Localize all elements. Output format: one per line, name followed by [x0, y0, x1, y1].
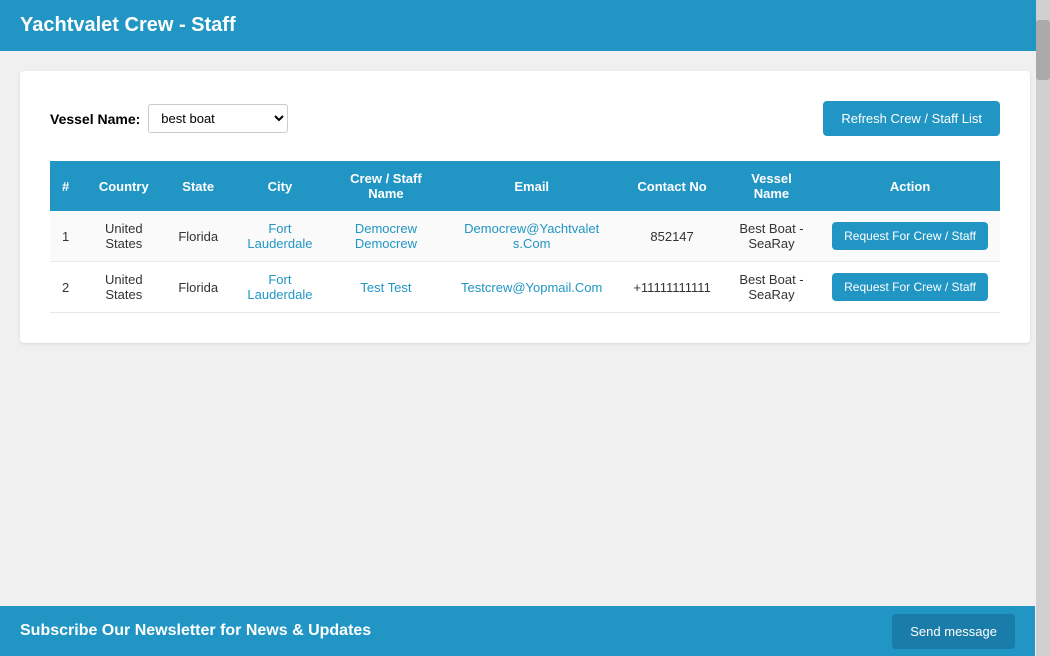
table-cell: Fort Lauderdale [230, 211, 330, 262]
send-message-button[interactable]: Send message [892, 614, 1015, 649]
col-state: State [166, 161, 230, 211]
table-cell: Florida [166, 211, 230, 262]
table-cell: Best Boat - SeaRay [723, 211, 820, 262]
vessel-select[interactable]: best boat [148, 104, 288, 133]
crew-staff-table: # Country State City Crew / Staff Name E… [50, 161, 1000, 313]
request-crew-staff-button[interactable]: Request For Crew / Staff [832, 273, 988, 301]
table-cell: +11111111111 [621, 262, 722, 313]
col-crew-name: Crew / Staff Name [330, 161, 442, 211]
table-body: 1United StatesFloridaFort LauderdaleDemo… [50, 211, 1000, 313]
col-email: Email [442, 161, 621, 211]
refresh-crew-staff-button[interactable]: Refresh Crew / Staff List [823, 101, 1000, 136]
col-contact: Contact No [621, 161, 722, 211]
main-area: Vessel Name: best boat Refresh Crew / St… [0, 51, 1050, 363]
table-cell: Democrew@Yachtvalet s.Com [442, 211, 621, 262]
table-cell: Best Boat - SeaRay [723, 262, 820, 313]
table-cell: Florida [166, 262, 230, 313]
table-header-row: # Country State City Crew / Staff Name E… [50, 161, 1000, 211]
vessel-row: Vessel Name: best boat Refresh Crew / St… [50, 101, 1000, 136]
col-vessel: Vessel Name [723, 161, 820, 211]
request-crew-staff-button[interactable]: Request For Crew / Staff [832, 222, 988, 250]
content-card: Vessel Name: best boat Refresh Crew / St… [20, 71, 1030, 343]
action-cell: Request For Crew / Staff [820, 262, 1000, 313]
footer-bar: Subscribe Our Newsletter for News & Upda… [0, 606, 1035, 656]
vessel-name-label: Vessel Name: [50, 111, 140, 127]
col-country: Country [81, 161, 166, 211]
col-action: Action [820, 161, 1000, 211]
col-city: City [230, 161, 330, 211]
table-row: 1United StatesFloridaFort LauderdaleDemo… [50, 211, 1000, 262]
table-cell: 2 [50, 262, 81, 313]
action-cell: Request For Crew / Staff [820, 211, 1000, 262]
table-cell: Testcrew@Yopmail.Com [442, 262, 621, 313]
table-cell: United States [81, 211, 166, 262]
table-cell: Fort Lauderdale [230, 262, 330, 313]
table-cell: United States [81, 262, 166, 313]
table-cell: 1 [50, 211, 81, 262]
page-title: Yachtvalet Crew - Staff [20, 14, 236, 36]
col-num: # [50, 161, 81, 211]
vessel-label-group: Vessel Name: best boat [50, 104, 288, 133]
table-row: 2United StatesFloridaFort LauderdaleTest… [50, 262, 1000, 313]
subscribe-text: Subscribe Our Newsletter for News & Upda… [20, 622, 371, 640]
scrollbar-thumb[interactable] [1036, 20, 1050, 80]
scrollbar[interactable] [1036, 0, 1050, 656]
table-cell: Test Test [330, 262, 442, 313]
table-cell: Democrew Democrew [330, 211, 442, 262]
page-header: Yachtvalet Crew - Staff [0, 0, 1050, 51]
table-cell: 852147 [621, 211, 722, 262]
